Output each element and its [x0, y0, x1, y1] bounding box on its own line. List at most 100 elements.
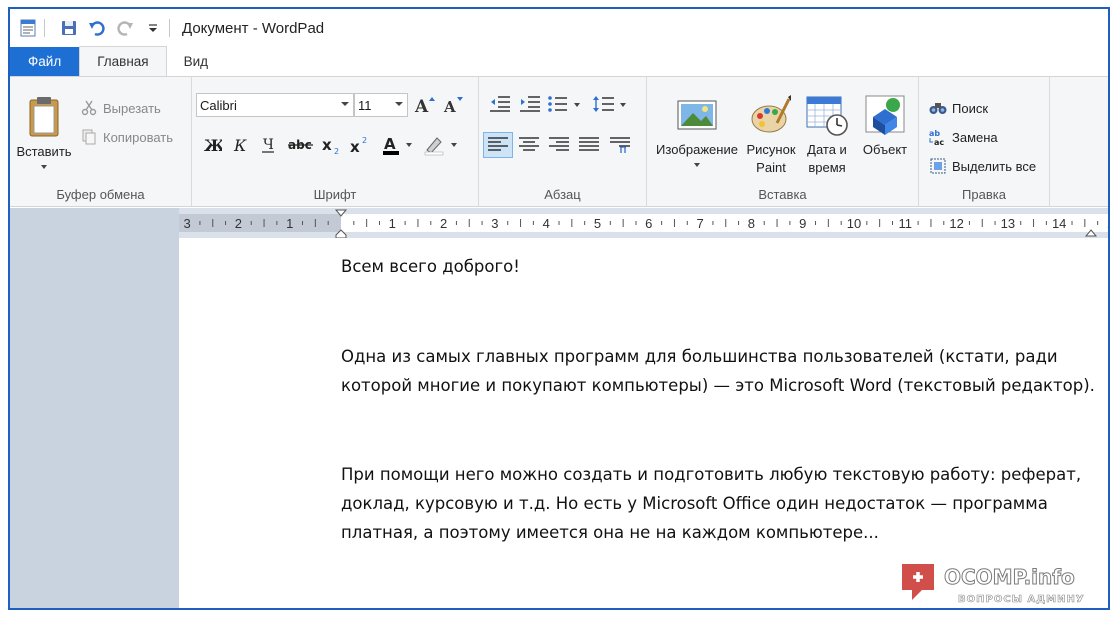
- ruler[interactable]: 3 2 1 1 2 3 4 5 6 7 8 9 10 11 12 13 14 1: [179, 208, 1108, 238]
- ruler-label: 8: [748, 216, 755, 231]
- select-all-button[interactable]: Выделить все: [929, 157, 1036, 175]
- find-button[interactable]: Поиск: [929, 99, 988, 117]
- image-icon: [677, 100, 717, 130]
- bullet-list-icon: [548, 96, 580, 112]
- insert-object-button[interactable]: Объект: [857, 93, 913, 159]
- increase-indent-icon: [520, 96, 540, 112]
- customize-toolbar-icon[interactable]: [143, 18, 163, 38]
- line-spacing-icon: [593, 96, 626, 112]
- ribbon-tabs: Файл Главная Вид: [10, 46, 1108, 77]
- ruler-label: 1: [286, 216, 293, 231]
- align-right-icon: [549, 137, 569, 151]
- justify-button[interactable]: [574, 132, 604, 158]
- ocomp-watermark: OCOMP.info ВОПРОСЫ АДМИНУ: [896, 560, 1108, 608]
- insert-image-label: Изображение: [656, 142, 738, 157]
- font-size-select[interactable]: 11: [354, 93, 408, 117]
- left-indent-marker[interactable]: [335, 229, 347, 238]
- text-color-icon: A: [383, 135, 412, 155]
- strikethrough-icon: abc: [288, 138, 313, 152]
- save-icon[interactable]: [59, 18, 79, 38]
- title-bar: Документ - WordPad: [10, 9, 1108, 47]
- justify-icon: [579, 137, 599, 151]
- subscript-button[interactable]: x2: [320, 133, 344, 157]
- paragraph-icon: [610, 137, 630, 153]
- document-page[interactable]: Всем всего доброго! Одна из самых главны…: [179, 238, 1108, 608]
- document-paragraph[interactable]: Одна из самых главных программ для больш…: [341, 342, 1101, 400]
- bold-icon: Ж: [204, 136, 222, 155]
- shrink-font-button[interactable]: A: [441, 93, 465, 117]
- replace-button[interactable]: ab ac Замена: [929, 128, 998, 146]
- clipboard-group: Вставить Вырезать Копировать Буфер обмен…: [10, 77, 192, 207]
- align-left-icon: [488, 137, 508, 151]
- svg-text:Ч: Ч: [263, 137, 274, 153]
- editing-group: Поиск ab ac Замена Выделить все Правка: [919, 77, 1050, 207]
- text-color-button[interactable]: A: [380, 133, 416, 157]
- ruler-label: 14: [1052, 216, 1066, 231]
- strikethrough-button[interactable]: abc: [286, 133, 316, 157]
- insert-image-button[interactable]: Изображение: [651, 93, 743, 167]
- separator: [44, 19, 45, 37]
- ruler-label: 13: [1001, 216, 1015, 231]
- ruler-label: 5: [594, 216, 601, 231]
- increase-indent-button[interactable]: [515, 91, 545, 117]
- svg-text:x: x: [350, 138, 360, 155]
- redo-icon[interactable]: [115, 18, 135, 38]
- date-time-button[interactable]: Дата и время: [803, 93, 851, 177]
- clipboard-group-label: Буфер обмена: [56, 187, 145, 202]
- select-all-icon: [929, 157, 947, 175]
- line-spacing-button[interactable]: [591, 91, 631, 117]
- svg-text:A: A: [384, 135, 396, 153]
- binoculars-icon: [929, 99, 947, 117]
- ruler-label: 3: [183, 216, 190, 231]
- editing-group-label: Правка: [962, 187, 1006, 202]
- font-group: Calibri 11 A A Ж К Ч abc: [192, 77, 479, 207]
- align-right-button[interactable]: [544, 132, 574, 158]
- tab-view[interactable]: Вид: [167, 47, 225, 76]
- decrease-indent-button[interactable]: [485, 91, 515, 117]
- highlighter-icon: [424, 137, 457, 156]
- wordpad-app-icon[interactable]: [18, 18, 38, 38]
- font-group-label: Шрифт: [313, 187, 357, 202]
- tab-home[interactable]: Главная: [79, 46, 167, 76]
- svg-text:Ж: Ж: [204, 136, 222, 155]
- insert-group-label: Вставка: [758, 187, 807, 202]
- align-center-button[interactable]: [514, 132, 544, 158]
- superscript-button[interactable]: x2: [348, 133, 372, 157]
- chevron-down-icon: [694, 163, 700, 167]
- ruler-ticks: 3 2 1 1 2 3 4 5 6 7 8 9 10 11 12 13 14 1: [183, 209, 1108, 238]
- shrink-font-icon: A: [443, 97, 463, 115]
- document-paragraph[interactable]: Всем всего доброго!: [341, 252, 1101, 281]
- decrease-indent-icon: [490, 96, 510, 112]
- svg-text:2: 2: [334, 147, 339, 155]
- chevron-down-icon: [395, 102, 403, 106]
- svg-text:К: К: [233, 136, 247, 155]
- object-icon: [865, 95, 905, 135]
- underline-button[interactable]: Ч: [256, 133, 280, 157]
- highlight-color-button[interactable]: [422, 133, 462, 157]
- italic-button[interactable]: К: [228, 133, 252, 157]
- right-indent-marker[interactable]: [1084, 229, 1098, 237]
- grow-font-button[interactable]: A: [413, 93, 437, 117]
- cut-button[interactable]: Вырезать: [80, 99, 161, 117]
- cut-label: Вырезать: [103, 100, 161, 116]
- copy-button[interactable]: Копировать: [80, 128, 173, 146]
- date-time-label-1: Дата и: [807, 142, 847, 157]
- ruler-label: 2: [235, 216, 242, 231]
- window-title: Документ - WordPad: [182, 19, 325, 37]
- paint-drawing-button[interactable]: Рисунок Paint: [743, 93, 799, 177]
- font-family-select[interactable]: Calibri: [196, 93, 354, 117]
- undo-icon[interactable]: [87, 18, 107, 38]
- bold-button[interactable]: Ж: [200, 133, 224, 157]
- document-left-margin: [10, 208, 179, 608]
- document-paragraph[interactable]: При помощи него можно создать и подготов…: [341, 460, 1101, 547]
- bullet-list-button[interactable]: [545, 91, 585, 117]
- first-line-indent-marker[interactable]: [334, 209, 348, 217]
- paste-button[interactable]: Вставить: [14, 95, 74, 169]
- align-left-button[interactable]: [483, 132, 513, 158]
- svg-text:x: x: [322, 136, 332, 154]
- replace-icon: ab ac: [929, 128, 947, 146]
- paste-icon: [29, 97, 59, 137]
- ruler-label: 4: [543, 216, 550, 231]
- paragraph-settings-button[interactable]: [605, 132, 635, 158]
- tab-file[interactable]: Файл: [10, 47, 80, 76]
